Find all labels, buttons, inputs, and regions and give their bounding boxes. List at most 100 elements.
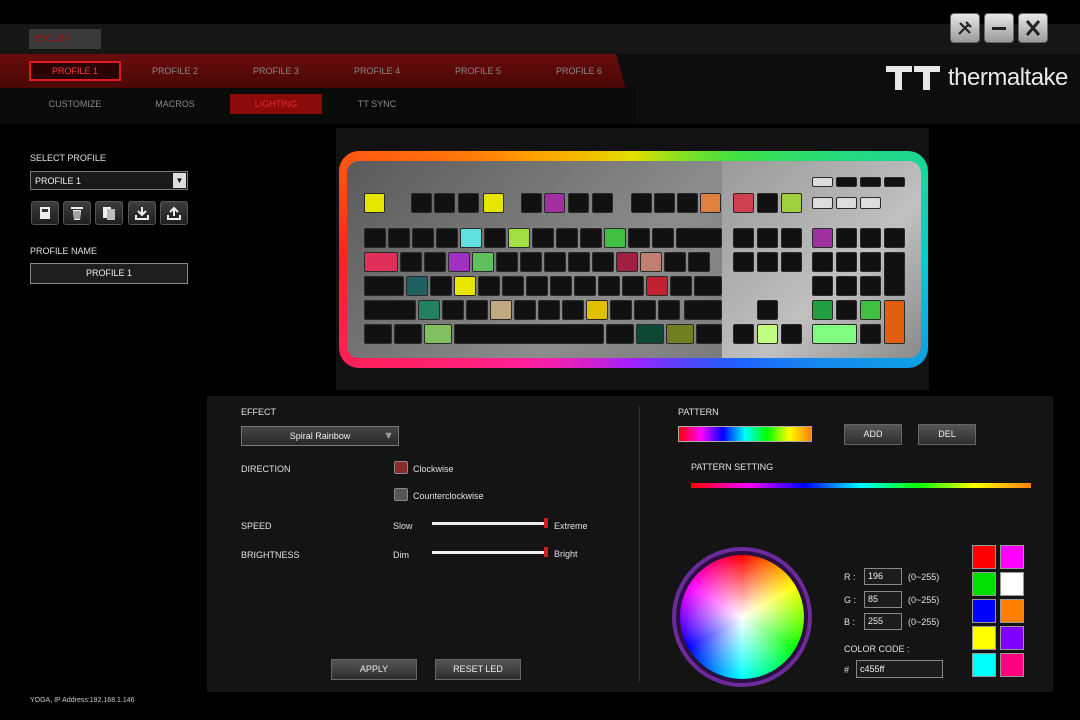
keyboard-key[interactable] <box>610 300 632 320</box>
color-code-input[interactable]: c455ff <box>856 660 943 678</box>
keyboard-key[interactable] <box>631 193 652 213</box>
keyboard-key[interactable] <box>836 177 857 187</box>
keyboard-key[interactable] <box>490 300 512 320</box>
keyboard-key[interactable] <box>483 193 504 213</box>
keyboard-key[interactable] <box>550 276 572 296</box>
keyboard-key[interactable] <box>733 228 754 248</box>
keyboard-key[interactable] <box>544 252 566 272</box>
keyboard-key[interactable] <box>860 228 881 248</box>
keyboard-key[interactable] <box>694 276 722 296</box>
keyboard-key[interactable] <box>812 197 833 209</box>
keyboard-key[interactable] <box>781 252 802 272</box>
keyboard-key[interactable] <box>568 193 589 213</box>
pattern-setting-gradient[interactable] <box>691 483 1031 488</box>
keyboard-key[interactable] <box>556 228 578 248</box>
keyboard-key[interactable] <box>757 300 778 320</box>
pattern-preview[interactable] <box>678 426 812 442</box>
keyboard-key[interactable] <box>412 228 434 248</box>
profile-tab-3[interactable]: PROFILE 3 <box>230 61 322 81</box>
profile-select[interactable]: PROFILE 1 ▼ <box>30 171 188 190</box>
minimize-icon[interactable] <box>984 13 1014 43</box>
keyboard-key[interactable] <box>757 252 778 272</box>
keyboard-key[interactable] <box>884 228 905 248</box>
speed-slider-thumb[interactable] <box>544 518 548 528</box>
keyboard-key[interactable] <box>460 228 482 248</box>
keyboard-key[interactable] <box>860 197 881 209</box>
keyboard-key[interactable] <box>526 276 548 296</box>
keyboard-key[interactable] <box>472 252 494 272</box>
keyboard-key[interactable] <box>606 324 634 344</box>
brightness-slider[interactable] <box>432 551 546 554</box>
keyboard-key[interactable] <box>454 276 476 296</box>
color-swatch[interactable] <box>1000 626 1024 650</box>
keyboard-key[interactable] <box>598 276 620 296</box>
keyboard-key[interactable] <box>388 228 410 248</box>
keyboard-key[interactable] <box>781 228 802 248</box>
keyboard-key[interactable] <box>634 300 656 320</box>
keyboard-key[interactable] <box>884 252 905 296</box>
keyboard-key[interactable] <box>646 276 668 296</box>
keyboard-key[interactable] <box>580 228 602 248</box>
keyboard-key[interactable] <box>757 228 778 248</box>
tab-macros[interactable]: MACROS <box>129 94 221 114</box>
speed-slider[interactable] <box>432 522 546 525</box>
keyboard-key[interactable] <box>364 228 386 248</box>
profile-name-field[interactable]: PROFILE 1 <box>30 263 188 284</box>
keyboard-key[interactable] <box>781 324 802 344</box>
color-swatch[interactable] <box>972 626 996 650</box>
keyboard-key[interactable] <box>538 300 560 320</box>
profile-tab-5[interactable]: PROFILE 5 <box>432 61 524 81</box>
keyboard-key[interactable] <box>442 300 464 320</box>
keyboard-key[interactable] <box>733 193 754 213</box>
keyboard-key[interactable] <box>757 193 778 213</box>
keyboard-key[interactable] <box>586 300 608 320</box>
color-swatch[interactable] <box>1000 653 1024 677</box>
keyboard-key[interactable] <box>521 193 542 213</box>
profile-tab-2[interactable]: PROFILE 2 <box>129 61 221 81</box>
keyboard-key[interactable] <box>434 193 455 213</box>
profile-tab-4[interactable]: PROFILE 4 <box>331 61 423 81</box>
keyboard-key[interactable] <box>508 228 530 248</box>
keyboard-key[interactable] <box>622 276 644 296</box>
keyboard-key[interactable] <box>568 252 590 272</box>
keyboard-key[interactable] <box>836 252 857 272</box>
keyboard-key[interactable] <box>860 276 881 296</box>
keyboard-key[interactable] <box>411 193 432 213</box>
keyboard-key[interactable] <box>364 252 398 272</box>
keyboard-key[interactable] <box>364 324 392 344</box>
keyboard-key[interactable] <box>458 193 479 213</box>
chevron-down-icon[interactable]: ▼ <box>173 173 186 188</box>
keyboard-key[interactable] <box>454 324 604 344</box>
keyboard-key[interactable] <box>616 252 638 272</box>
keyboard-key[interactable] <box>812 324 857 344</box>
color-swatch[interactable] <box>972 545 996 569</box>
keyboard-key[interactable] <box>592 252 614 272</box>
keyboard-key[interactable] <box>688 252 710 272</box>
color-swatch[interactable] <box>972 599 996 623</box>
clockwise-radio[interactable] <box>394 461 408 474</box>
keyboard-key[interactable] <box>670 276 692 296</box>
tab-lighting[interactable]: LIGHTING <box>230 94 322 114</box>
settings-tools-icon[interactable] <box>950 13 980 43</box>
color-swatch[interactable] <box>1000 599 1024 623</box>
keyboard-key[interactable] <box>400 252 422 272</box>
keyboard-key[interactable] <box>364 300 416 320</box>
keyboard-key[interactable] <box>520 252 542 272</box>
tab-customize[interactable]: CUSTOMIZE <box>29 94 121 114</box>
copy-profile-button[interactable] <box>95 201 123 225</box>
keyboard-key[interactable] <box>677 193 698 213</box>
keyboard-key[interactable] <box>394 324 422 344</box>
keyboard-key[interactable] <box>684 300 722 320</box>
keyboard-key[interactable] <box>836 300 857 320</box>
keyboard-key[interactable] <box>448 252 470 272</box>
keyboard-key[interactable] <box>466 300 488 320</box>
color-wheel[interactable] <box>680 555 804 679</box>
brightness-slider-thumb[interactable] <box>544 547 548 557</box>
keyboard-key[interactable] <box>664 252 686 272</box>
keyboard-key[interactable] <box>860 300 881 320</box>
keyboard-key[interactable] <box>812 228 833 248</box>
b-input[interactable]: 255 <box>864 613 902 630</box>
keyboard-key[interactable] <box>592 193 613 213</box>
keyboard-key[interactable] <box>733 252 754 272</box>
keyboard-key[interactable] <box>562 300 584 320</box>
